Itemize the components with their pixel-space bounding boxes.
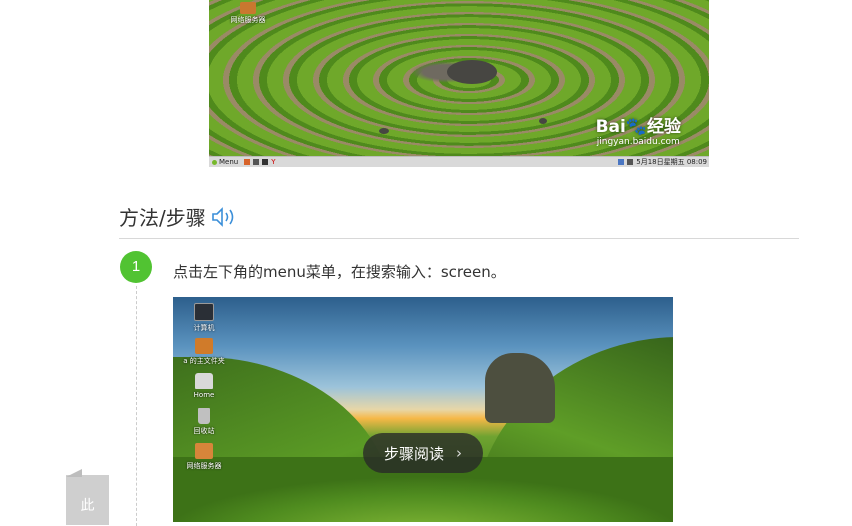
baidu-watermark: Bai🐾经验 jingyan.baidu.com <box>596 112 681 147</box>
step-timeline <box>136 286 137 526</box>
watermark-url: jingyan.baidu.com <box>596 137 680 147</box>
side-tab-label: 此 <box>80 498 95 514</box>
folder-icon <box>195 338 213 354</box>
desktop-icon-home[interactable]: Home <box>181 373 227 404</box>
stone-pile <box>447 60 497 84</box>
rock <box>379 128 389 134</box>
monitor-icon[interactable] <box>262 159 269 165</box>
desktop-icon-label: 网络服务器 <box>230 16 266 24</box>
trash-icon <box>198 408 210 424</box>
rock-crag <box>485 353 555 423</box>
network-server-icon <box>240 2 256 14</box>
section-divider <box>119 238 799 239</box>
step-number-badge: 1 <box>120 251 152 283</box>
network-icon[interactable] <box>618 159 625 165</box>
desktop-icon-network-server[interactable]: 网络服务器 <box>223 2 273 25</box>
taskbar-menu-button[interactable]: Menu <box>209 158 241 166</box>
network-server-icon <box>195 443 213 459</box>
step-text: 点击左下角的menu菜单，在搜索输入：screen。 <box>173 263 506 281</box>
menu-label: Menu <box>219 158 239 166</box>
home-icon <box>195 373 213 389</box>
read-steps-button[interactable]: 步骤阅读 › <box>363 433 483 473</box>
volume-icon[interactable] <box>627 159 634 165</box>
taskbar: Menu Y 5月18日星期五 08:09 <box>209 156 709 167</box>
side-tab[interactable]: 此 <box>66 475 109 525</box>
desktop-icon-trash[interactable]: 回收站 <box>181 408 227 439</box>
app-icon[interactable]: Y <box>271 158 275 166</box>
system-tray: 5月18日星期五 08:09 <box>618 157 709 167</box>
top-screenshot: 网络服务器 Bai🐾经验 jingyan.baidu.com Menu Y 5月… <box>209 0 709 167</box>
browser-icon[interactable] <box>244 159 251 165</box>
read-steps-label: 步骤阅读 <box>383 444 444 463</box>
desktop-icon-computer[interactable]: 计算机 <box>181 303 227 334</box>
computer-icon <box>194 303 214 321</box>
section-title: 方法/步骤 <box>119 202 238 231</box>
speaker-icon[interactable] <box>210 206 238 228</box>
clock[interactable]: 5月18日星期五 08:09 <box>636 157 707 167</box>
chevron-right-icon: › <box>456 444 462 462</box>
desktop-icon-home-folder[interactable]: a 的主文件夹 <box>181 338 227 369</box>
desktop-icon-network-server[interactable]: 网络服务器 <box>181 443 227 474</box>
section-title-text: 方法/步骤 <box>119 206 206 230</box>
step-screenshot[interactable]: 计算机 a 的主文件夹 Home 回收站 网络服务器 步骤阅读 › <box>173 297 673 522</box>
desktop-icons: 计算机 a 的主文件夹 Home 回收站 网络服务器 <box>181 303 227 474</box>
terminal-icon[interactable] <box>253 159 260 165</box>
menu-icon <box>212 159 217 165</box>
rock <box>539 118 547 124</box>
watermark-logo: Bai🐾经验 <box>595 117 681 137</box>
